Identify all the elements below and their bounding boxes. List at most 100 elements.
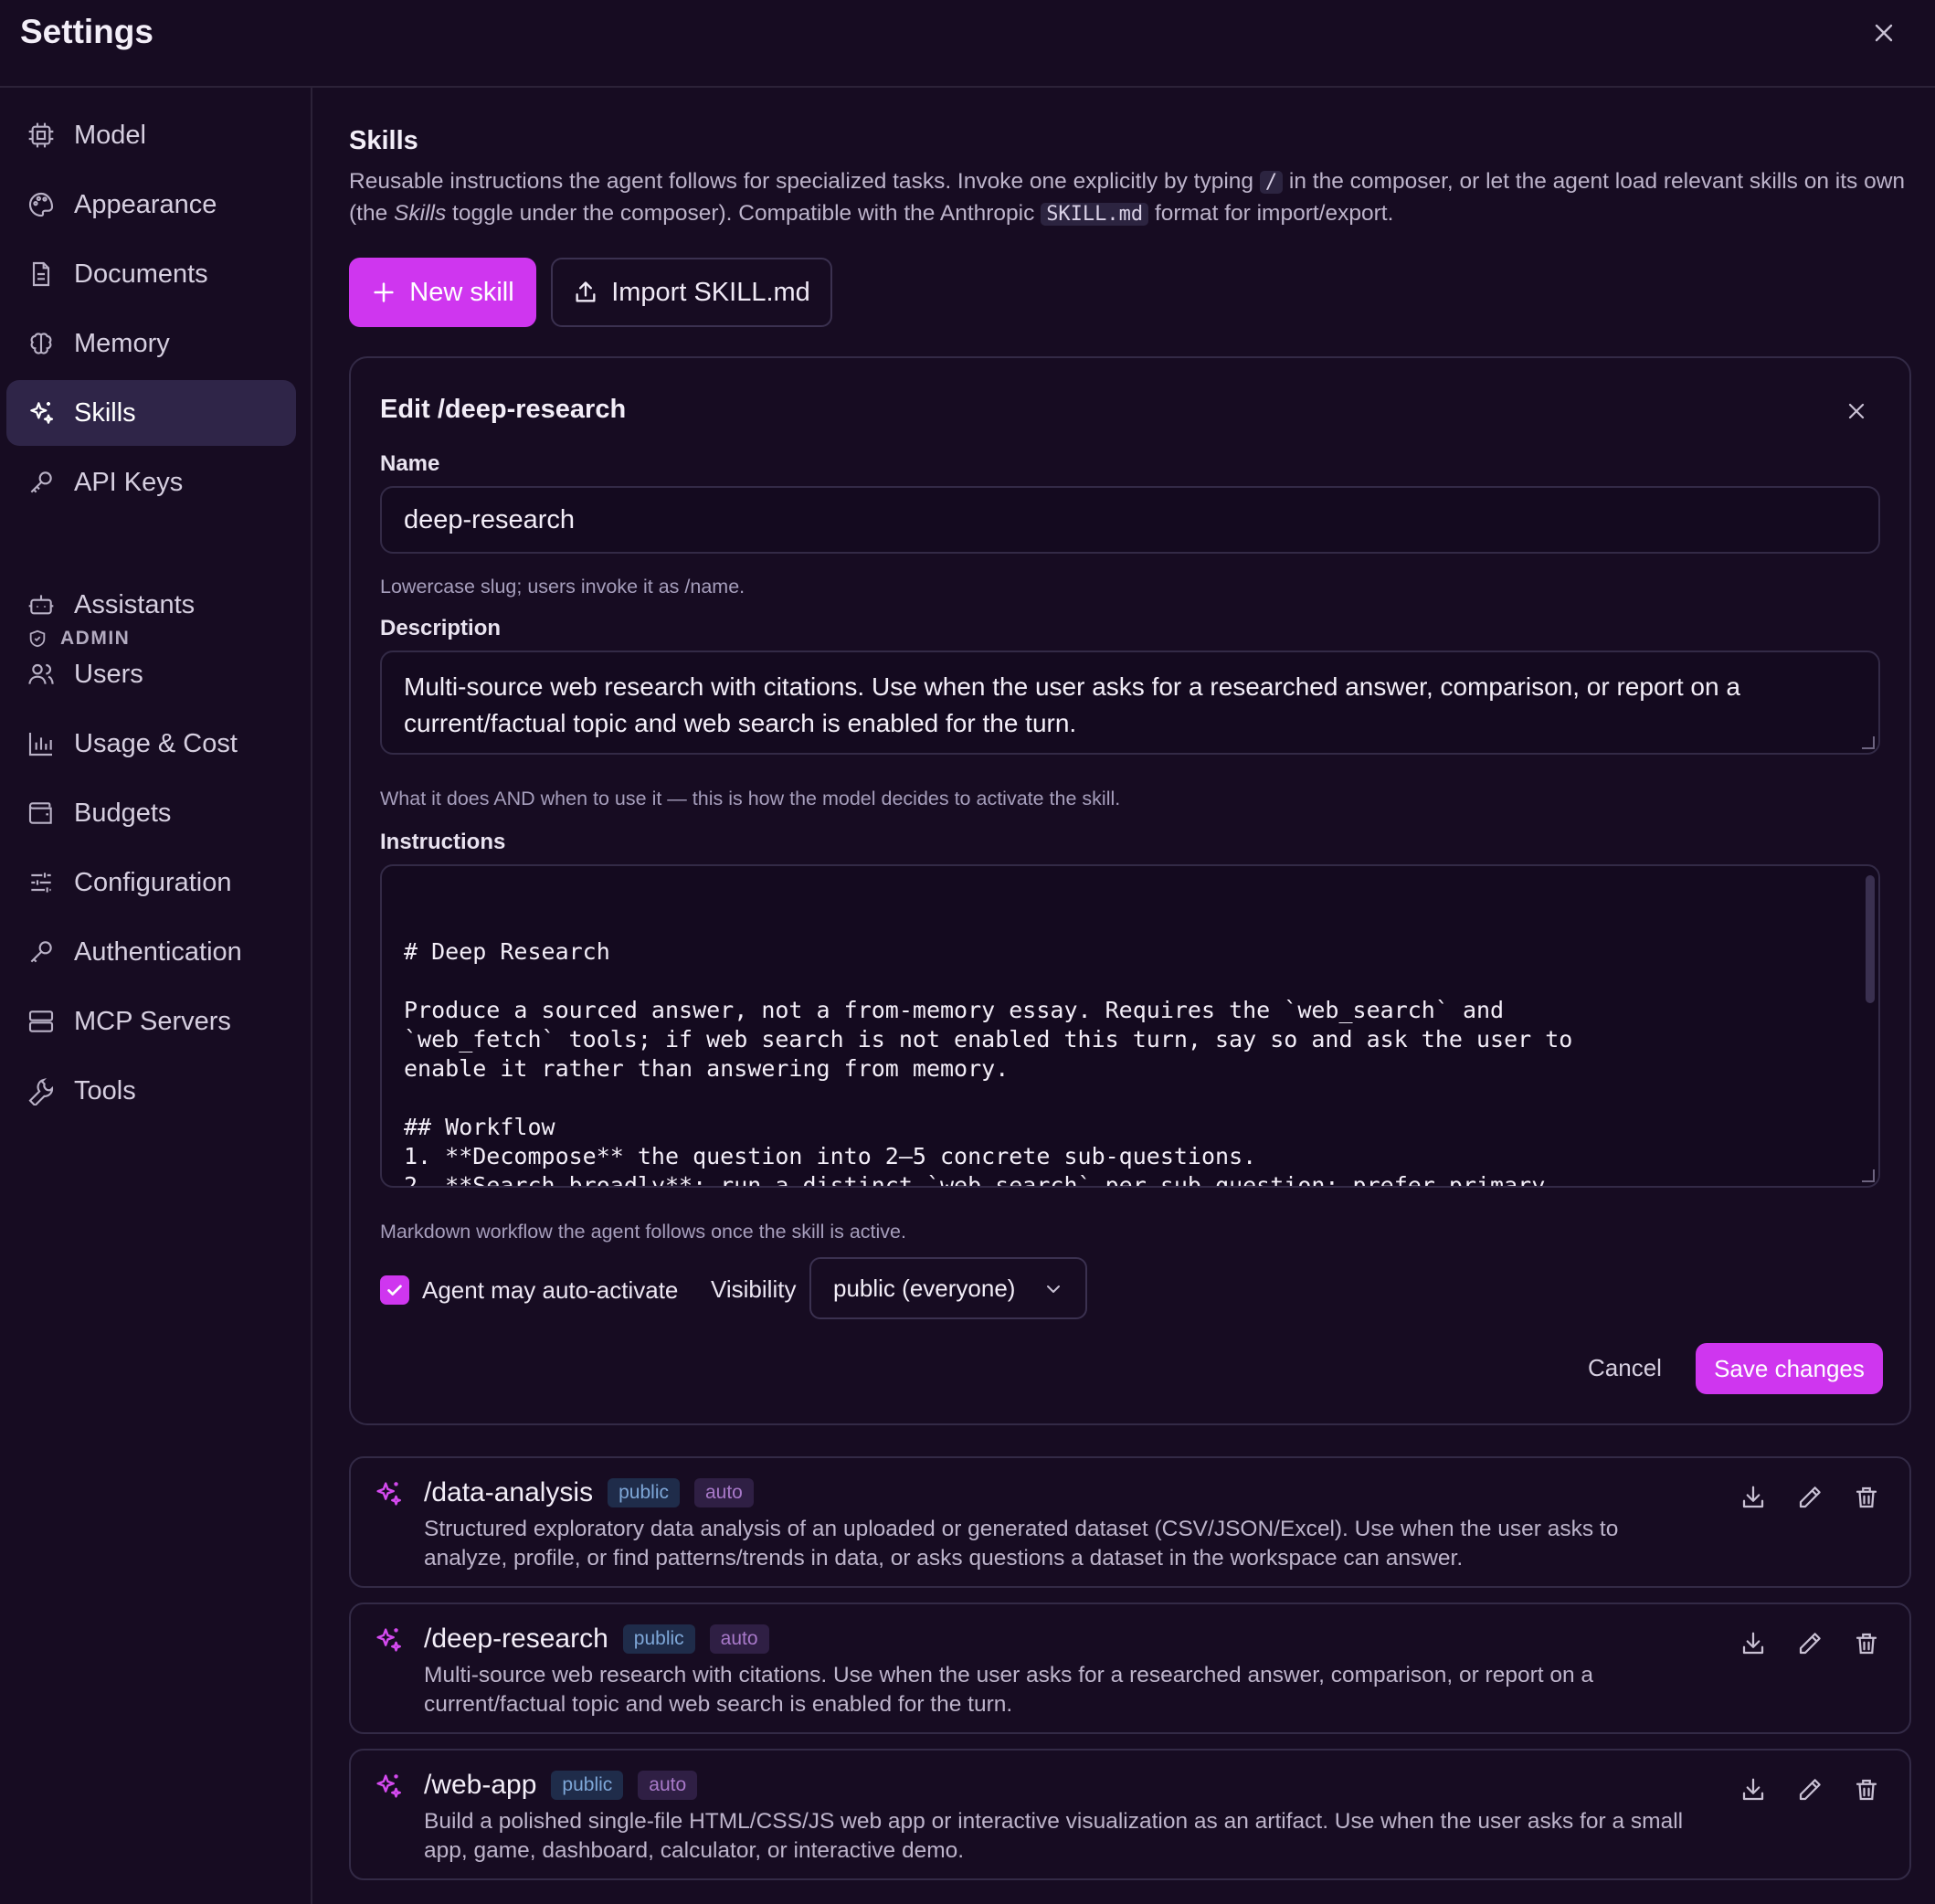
sidebar: Model Appearance Documents Memory Skills… [0,88,312,1904]
auto-badge: auto [693,1478,754,1507]
bar-chart-icon [26,729,56,758]
sidebar-item-label: Model [74,120,146,150]
auto-activate-row[interactable]: Agent may auto-activate [380,1272,678,1308]
close-icon[interactable] [1844,398,1869,424]
trash-icon[interactable] [1853,1776,1880,1804]
visibility-badge: public [551,1771,624,1800]
download-icon[interactable] [1739,1484,1767,1511]
sidebar-item-label: Budgets [74,798,172,828]
skill-name: /deep-research [424,1624,608,1654]
sidebar-item-label: Memory [74,328,170,358]
wallet-icon [26,799,56,828]
skill-description: Structured exploratory data analysis of … [424,1517,1619,1571]
sidebar-item-label: Users [74,659,143,689]
key-icon [26,937,56,967]
sidebar-item-configuration[interactable]: Configuration [6,850,296,915]
visibility-badge: public [622,1624,695,1654]
instructions-hint: Markdown workflow the agent follows once… [380,1221,906,1243]
sparkle-icon [26,398,56,428]
scrollbar[interactable] [1866,875,1875,1003]
sidebar-item-label: Assistants [74,589,196,619]
description-label: Description [380,616,502,640]
users-icon [26,660,56,689]
sidebar-item-authentication[interactable]: Authentication [6,919,296,985]
save-button[interactable]: Save changes [1696,1343,1883,1394]
sidebar-item-mcp-servers[interactable]: MCP Servers [6,989,296,1054]
visibility-select[interactable]: public (everyone) [809,1257,1087,1319]
palette-icon [26,190,56,219]
sidebar-item-label: Usage & Cost [74,728,238,758]
name-hint: Lowercase slug; users invoke it as /name… [380,576,745,598]
instructions-label: Instructions [380,830,506,854]
skill-card-web-app: /web-app public auto Build a polished si… [349,1749,1911,1880]
new-skill-button[interactable]: New skill [349,258,536,327]
sidebar-item-users[interactable]: Users [6,641,296,707]
wrench-icon [26,1076,56,1105]
description-hint: What it does AND when to use it — this i… [380,788,1121,809]
server-icon [26,1007,56,1036]
auto-activate-label: Agent may auto-activate [422,1275,679,1304]
download-icon[interactable] [1739,1630,1767,1657]
sparkle-icon [373,1624,404,1655]
sidebar-item-label: Skills [74,397,136,428]
sidebar-item-label: Configuration [74,867,232,897]
resize-handle[interactable] [1862,1169,1875,1182]
resize-handle[interactable] [1862,736,1875,749]
name-field[interactable]: deep-research [380,486,1880,554]
brain-icon [26,329,56,358]
sliders-icon [26,868,56,897]
upload-icon [573,280,598,305]
skill-name: /data-analysis [424,1477,594,1507]
skills-description: Reusable instructions the agent follows … [349,169,1906,226]
check-icon [387,1285,402,1296]
edit-skill-card: Edit /deep-research Name deep-research L… [349,356,1911,1425]
visibility-label: Visibility [711,1275,797,1303]
sidebar-item-memory[interactable]: Memory [6,311,296,376]
instructions-field[interactable]: # Deep Research Produce a sourced answer… [380,864,1880,1188]
skill-card-deep-research: /deep-research public auto Multi-source … [349,1603,1911,1734]
sparkle-icon [373,1771,404,1802]
trash-icon[interactable] [1853,1484,1880,1511]
sidebar-item-documents[interactable]: Documents [6,241,296,307]
sidebar-item-label: API Keys [74,467,184,497]
sidebar-item-skills[interactable]: Skills [6,380,296,446]
skill-description: Multi-source web research with citations… [424,1663,1594,1717]
description-field[interactable]: Multi-source web research with citations… [380,651,1880,755]
edit-icon[interactable] [1796,1630,1824,1657]
name-label: Name [380,451,440,476]
sidebar-item-api-keys[interactable]: API Keys [6,450,296,515]
sidebar-item-tools[interactable]: Tools [6,1058,296,1124]
sidebar-item-label: Authentication [74,936,242,967]
skill-card-data-analysis: /data-analysis public auto Structured ex… [349,1456,1911,1588]
title-bar: Settings [0,0,1935,88]
key-icon [26,468,56,497]
auto-badge: auto [638,1771,698,1800]
cancel-button[interactable]: Cancel [1588,1354,1662,1382]
chevron-down-icon [1043,1279,1063,1299]
edit-title: Edit /deep-research [380,395,627,424]
skill-name: /web-app [424,1770,537,1800]
document-icon [26,259,56,289]
sidebar-item-label: MCP Servers [74,1006,231,1036]
edit-icon[interactable] [1796,1484,1824,1511]
skill-description: Build a polished single-file HTML/CSS/JS… [424,1809,1684,1863]
settings-title: Settings [20,13,153,50]
download-icon[interactable] [1739,1776,1767,1804]
sidebar-item-usage-cost[interactable]: Usage & Cost [6,711,296,777]
sidebar-item-model[interactable]: Model [6,102,296,168]
cpu-icon [26,121,56,150]
bot-icon [26,590,56,619]
sidebar-item-budgets[interactable]: Budgets [6,780,296,846]
sidebar-item-appearance[interactable]: Appearance [6,172,296,238]
auto-activate-checkbox[interactable] [380,1275,409,1305]
import-skill-button[interactable]: Import SKILL.md [551,258,832,327]
sidebar-item-assistants[interactable]: Assistants [6,572,296,638]
sidebar-item-label: Tools [74,1075,136,1105]
sidebar-item-label: Appearance [74,189,217,219]
trash-icon[interactable] [1853,1630,1880,1657]
sidebar-item-label: Documents [74,259,208,289]
edit-icon[interactable] [1796,1776,1824,1804]
page-title: Skills [349,126,418,155]
plus-icon [371,280,397,305]
close-icon[interactable] [1869,18,1898,48]
